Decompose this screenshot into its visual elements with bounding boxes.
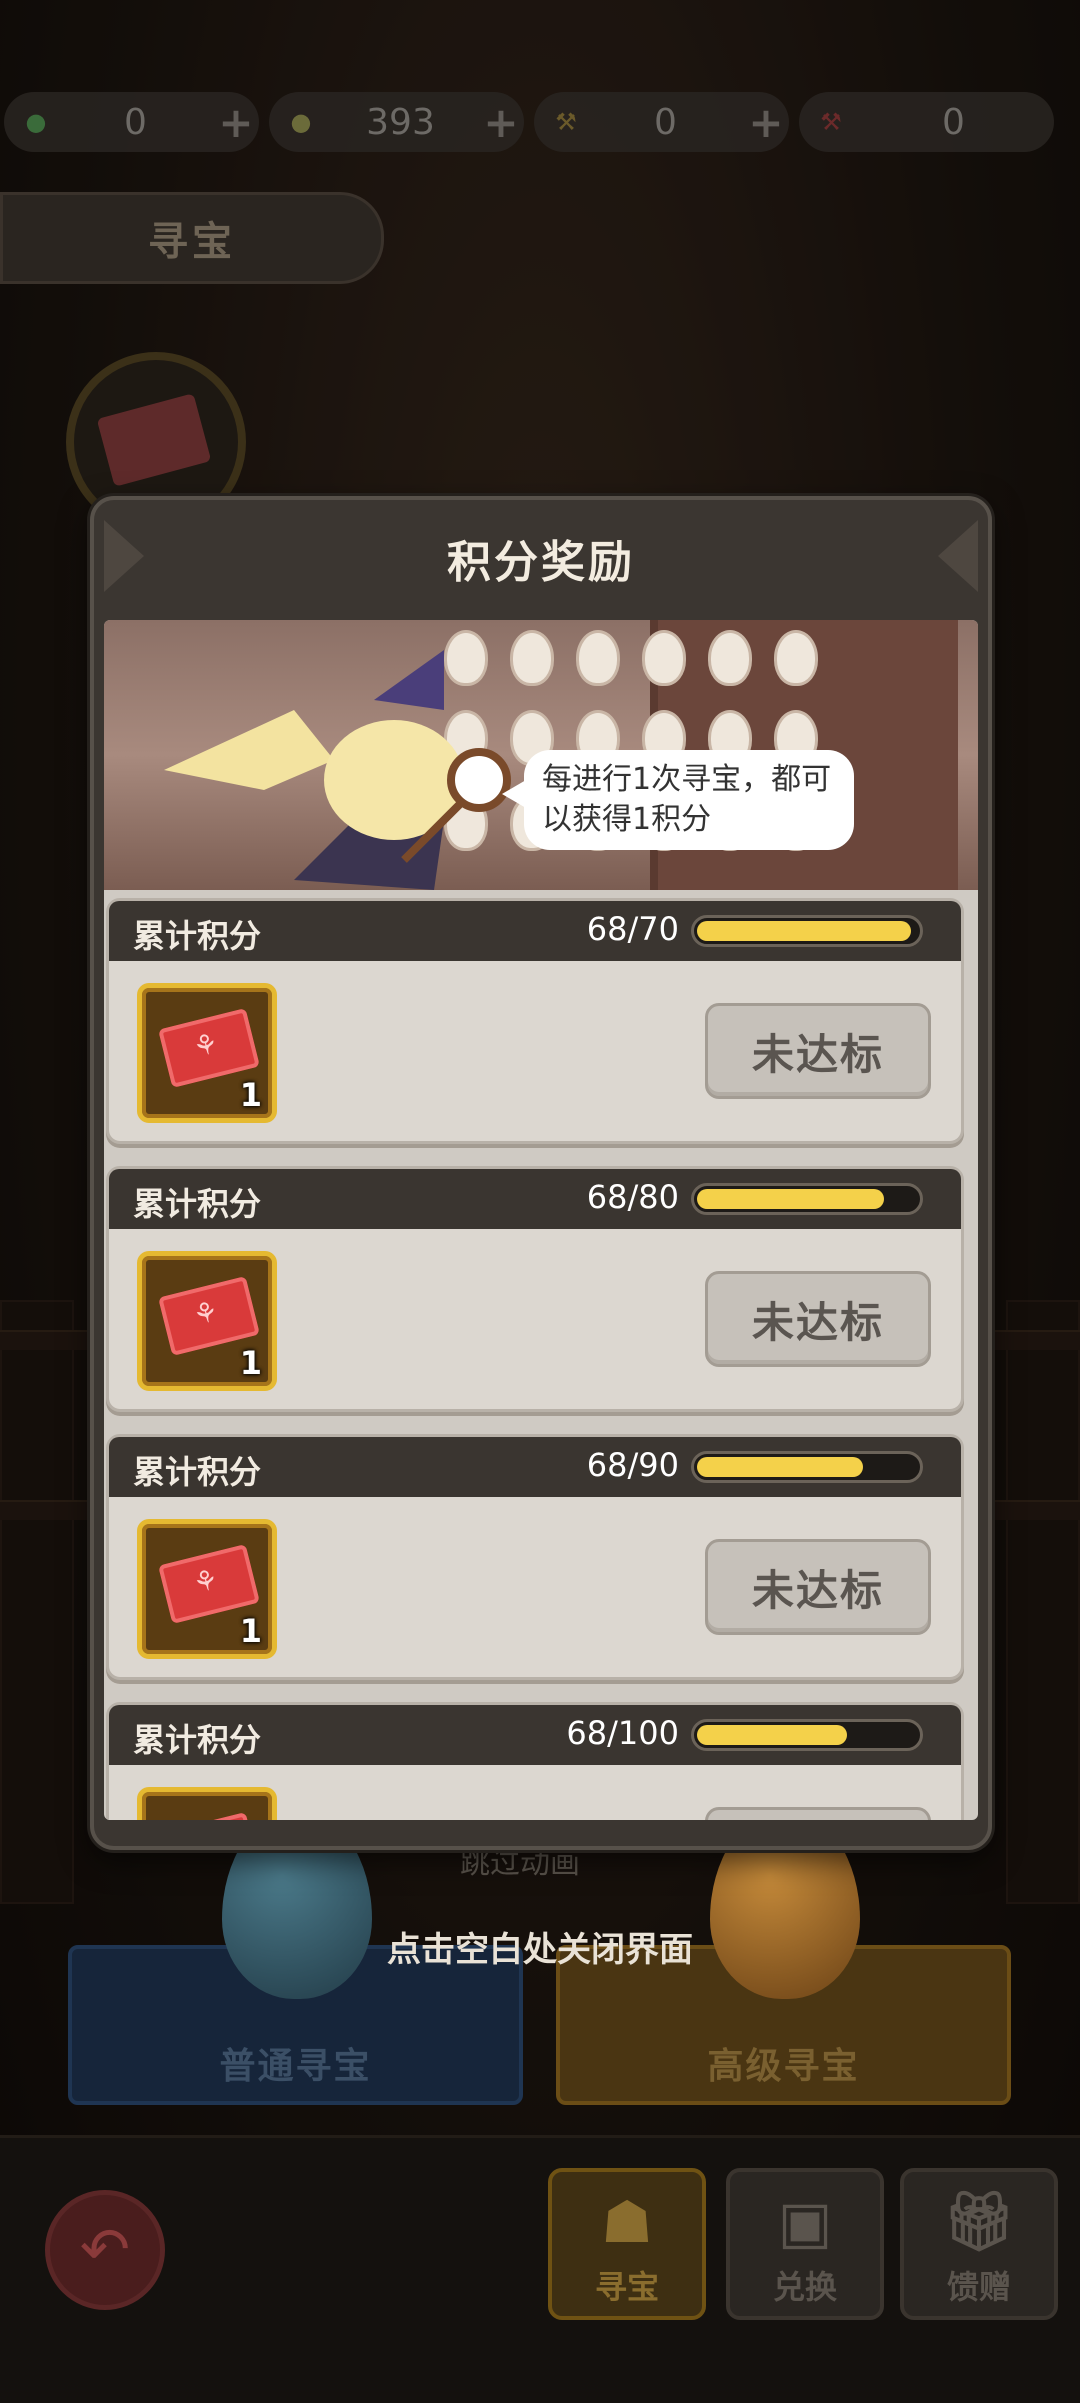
reward-card: 累计积分 68/90 1 未达标 bbox=[106, 1434, 964, 1680]
reward-progress-text: 68/100 bbox=[566, 1714, 679, 1752]
reward-quantity: 1 bbox=[239, 1076, 262, 1114]
red-ticket-icon[interactable]: 1 bbox=[137, 1787, 277, 1820]
reward-label: 累计积分 bbox=[133, 1721, 262, 1759]
add-currency-button[interactable]: + bbox=[213, 98, 259, 147]
wizard-character bbox=[164, 650, 511, 890]
money-bag-icon: ● bbox=[290, 108, 312, 136]
red-ticket-icon[interactable]: 1 bbox=[137, 1251, 277, 1391]
nav-gift-button[interactable]: 🎁︎ 馈赠 bbox=[900, 2168, 1058, 2320]
treasure-pot-icon: ☗ bbox=[601, 2188, 653, 2256]
reward-progress-text: 68/90 bbox=[586, 1446, 679, 1484]
currency-value: 0 bbox=[654, 101, 677, 143]
claim-status-button[interactable]: 未达标 bbox=[705, 1271, 931, 1367]
reward-header: 累计积分 68/90 bbox=[109, 1437, 961, 1497]
red-ticket-icon[interactable]: 1 bbox=[137, 983, 277, 1123]
reward-label: 累计积分 bbox=[133, 1453, 262, 1491]
currency-golden-hammer: ⚒ 0 + bbox=[534, 92, 789, 152]
close-hint: 点击空白处关闭界面 bbox=[387, 1930, 693, 1970]
claim-status-button[interactable]: 未达标 bbox=[705, 1807, 931, 1820]
reward-progress-bar bbox=[691, 1183, 923, 1215]
add-currency-button[interactable]: + bbox=[478, 98, 524, 147]
reward-progress-fill bbox=[697, 1725, 847, 1745]
reward-header: 累计积分 68/100 bbox=[109, 1705, 961, 1765]
red-ticket-icon[interactable]: 1 bbox=[137, 1519, 277, 1659]
shop-scene: 每进行1次寻宝，都可以获得1积分 bbox=[104, 620, 978, 890]
red-hammer-icon: ⚒ bbox=[820, 108, 842, 136]
points-reward-modal: 积分奖励 每进行1次寻宝，都可以获得1积分 累计积分 68/70 ⚘ 1 未达标… bbox=[90, 496, 992, 1850]
claim-status-button[interactable]: 未达标 bbox=[705, 1003, 931, 1099]
reward-quantity: 1 bbox=[239, 1612, 262, 1650]
add-currency-button[interactable]: + bbox=[743, 98, 789, 147]
reward-progress-bar bbox=[691, 915, 923, 947]
currency-green-bag: ● 0 + bbox=[4, 92, 259, 152]
reward-card: 累计积分 68/80 1 未达标 bbox=[106, 1166, 964, 1412]
normal-treasure-label: 普通寻宝 bbox=[219, 2046, 372, 2087]
reward-card: 累计积分 68/100 1 未达标 bbox=[106, 1702, 964, 1820]
back-arrow-icon: ↶ bbox=[79, 2215, 131, 2285]
reward-card: 累计积分 68/70 1 未达标 bbox=[106, 898, 964, 1144]
currency-value: 393 bbox=[366, 101, 435, 143]
nav-treasure-label: 寻宝 bbox=[594, 2268, 659, 2306]
currency-value: 0 bbox=[124, 101, 147, 143]
reward-list[interactable]: 累计积分 68/70 1 未达标 累计积分 68/80 1 未达标 累计积分 6… bbox=[104, 898, 978, 1820]
claim-status-button[interactable]: 未达标 bbox=[705, 1539, 931, 1635]
reward-progress-fill bbox=[697, 1457, 863, 1477]
reward-progress-text: 68/70 bbox=[586, 910, 679, 948]
reward-progress-text: 68/80 bbox=[586, 1178, 679, 1216]
page-title: 寻宝 bbox=[0, 192, 384, 284]
nav-treasure-button[interactable]: ☗ 寻宝 bbox=[548, 2168, 706, 2320]
nav-exchange-button[interactable]: ▣ 兑换 bbox=[726, 2168, 884, 2320]
currency-money-bag: ● 393 + bbox=[269, 92, 524, 152]
back-button[interactable]: ↶ bbox=[45, 2190, 165, 2310]
speech-bubble: 每进行1次寻宝，都可以获得1积分 bbox=[502, 750, 854, 850]
reward-header: 累计积分 68/80 bbox=[109, 1169, 961, 1229]
golden-hammer-icon: ⚒ bbox=[555, 108, 577, 136]
currency-bar: ● 0 + ● 393 + ⚒ 0 + ⚒ 0 bbox=[0, 92, 1080, 156]
modal-body: 每进行1次寻宝，都可以获得1积分 累计积分 68/70 1 未达标 累计积分 6… bbox=[104, 620, 978, 1820]
advanced-treasure-label: 高级寻宝 bbox=[707, 2046, 860, 2087]
reward-progress-fill bbox=[697, 1189, 884, 1209]
reward-label: 累计积分 bbox=[133, 1185, 262, 1223]
green-coin-bag-icon: ● bbox=[25, 108, 47, 136]
reward-label: 累计积分 bbox=[133, 917, 262, 955]
reward-progress-bar bbox=[691, 1719, 923, 1751]
exchange-box-icon: ▣ bbox=[777, 2188, 833, 2256]
nav-exchange-label: 兑换 bbox=[772, 2268, 837, 2306]
reward-header: 累计积分 68/70 bbox=[109, 901, 961, 961]
nav-gift-label: 馈赠 bbox=[946, 2268, 1011, 2306]
reward-progress-fill bbox=[697, 921, 911, 941]
modal-title: 积分奖励 bbox=[447, 537, 635, 588]
gift-box-icon: 🎁︎ bbox=[942, 2187, 1016, 2255]
reward-progress-bar bbox=[691, 1451, 923, 1483]
currency-red-hammer: ⚒ 0 bbox=[799, 92, 1054, 152]
currency-value: 0 bbox=[942, 101, 965, 143]
reward-quantity: 1 bbox=[239, 1344, 262, 1382]
